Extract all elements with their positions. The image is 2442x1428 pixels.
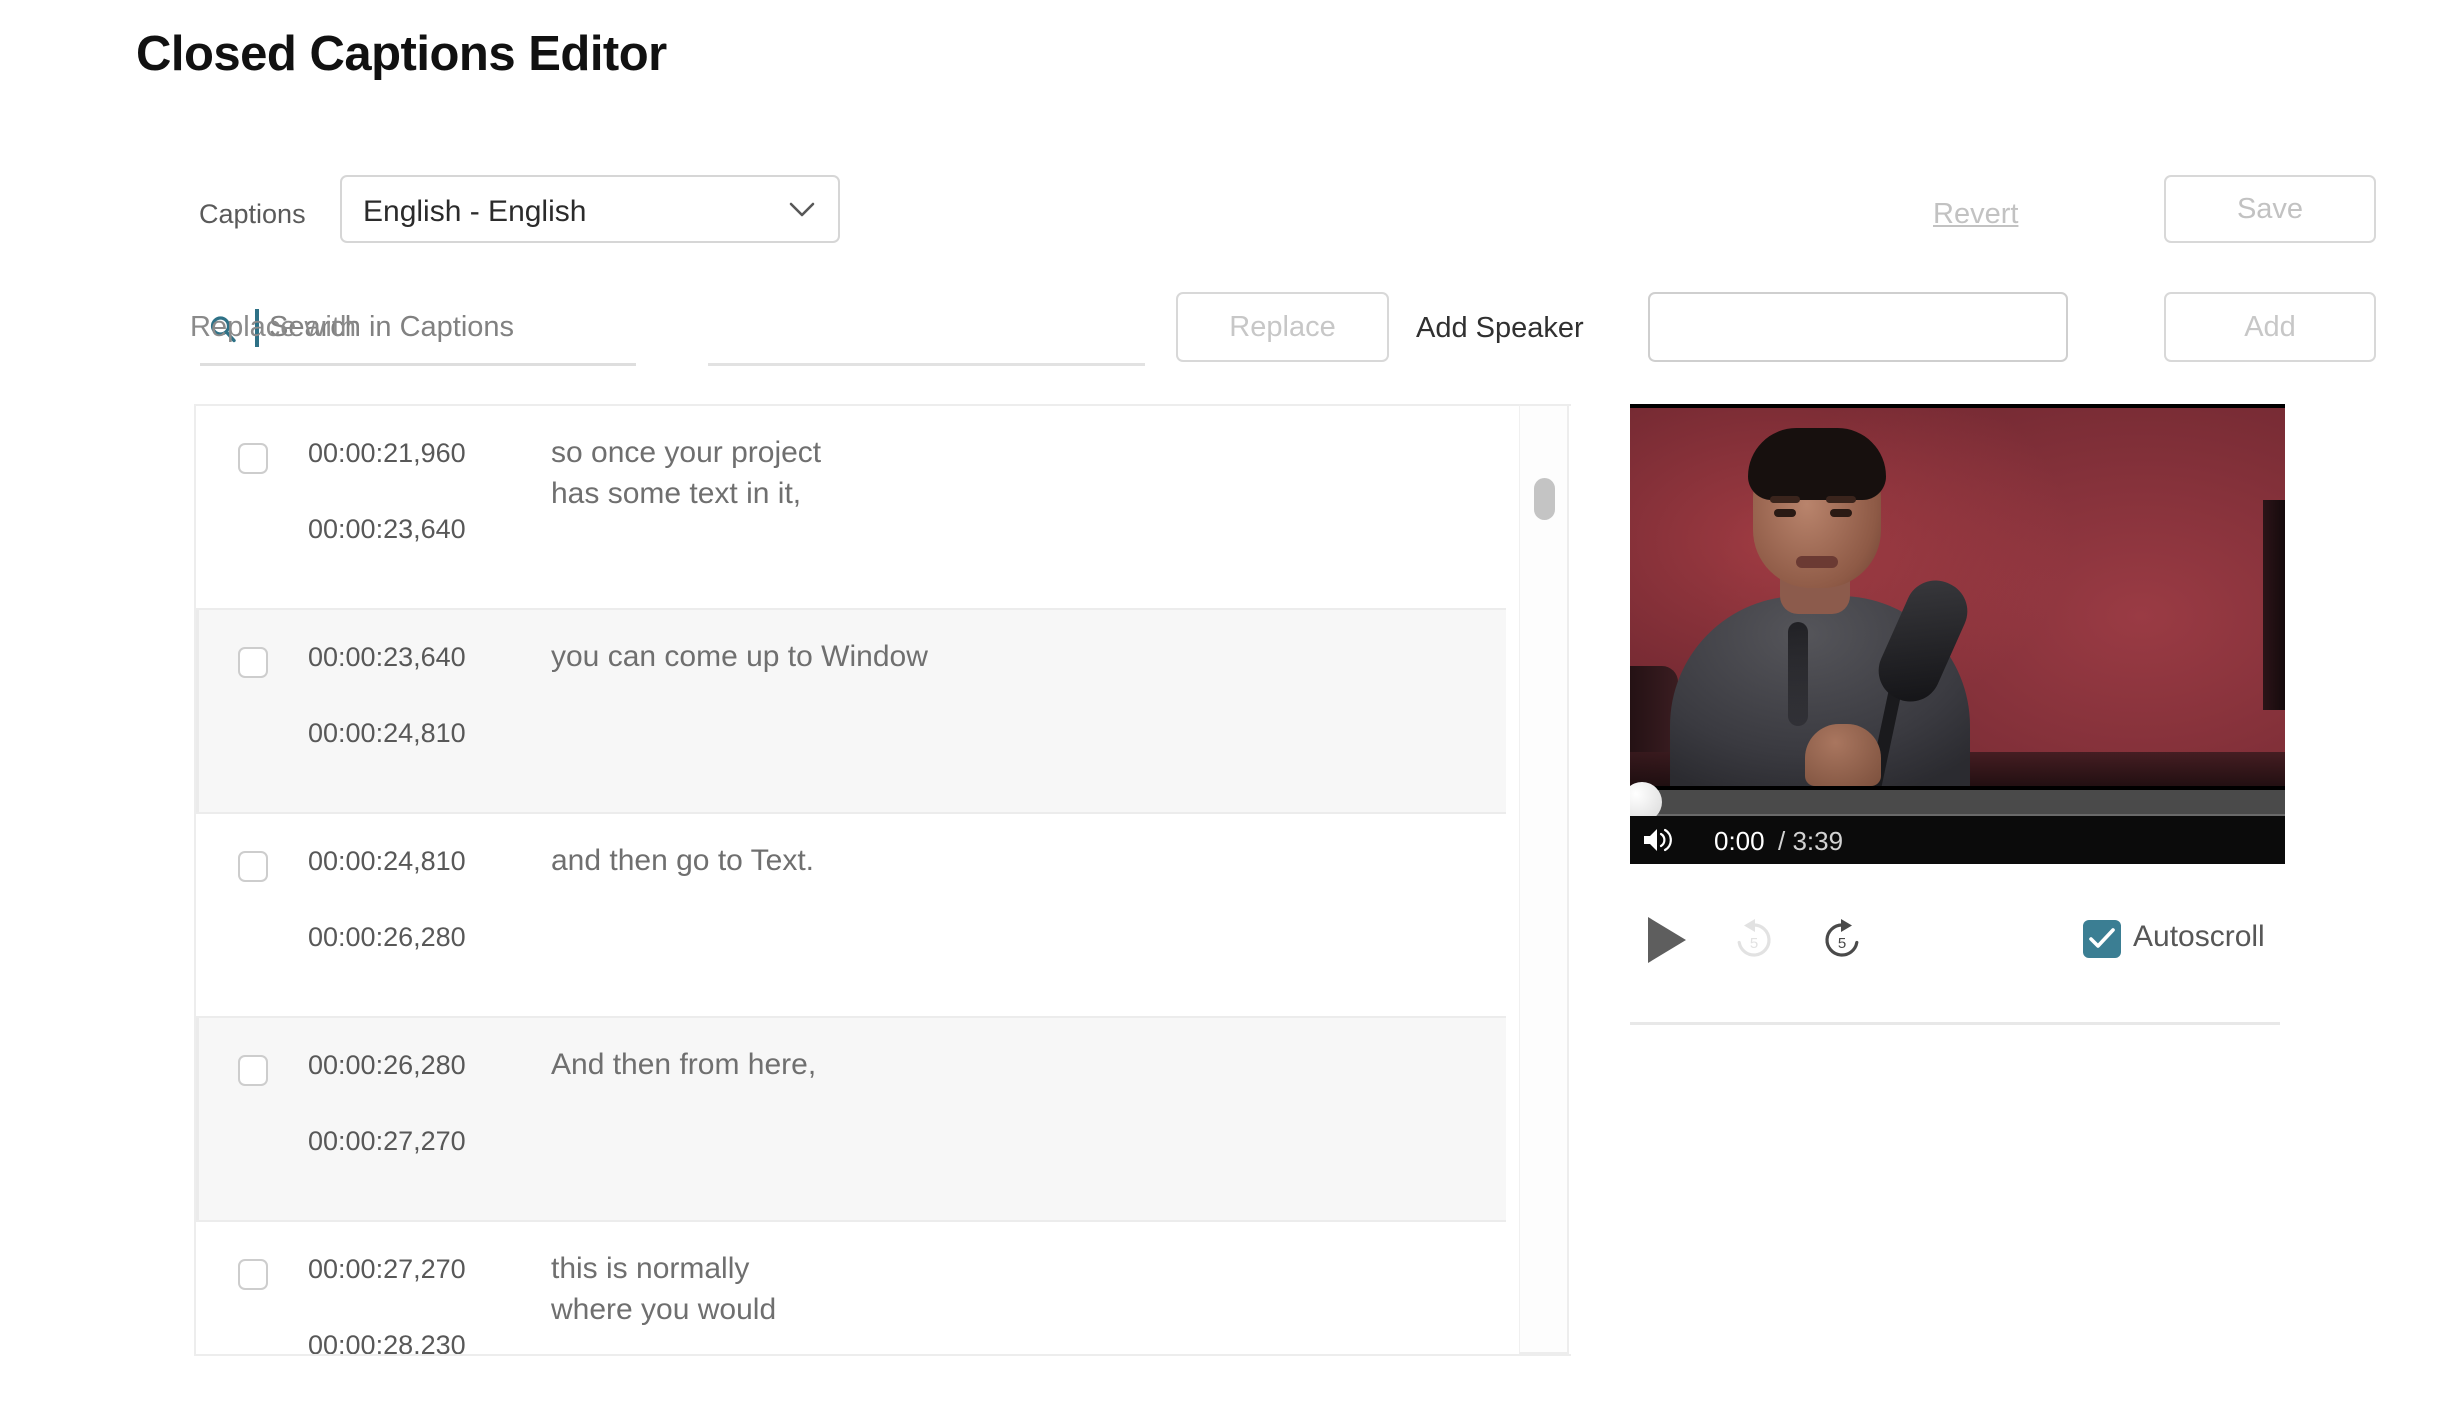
add-speaker-label: Add Speaker [1416,312,1584,344]
chevron-down-icon [788,200,816,220]
video-person-brow-right [1826,496,1856,503]
scrollbar-thumb[interactable] [1534,478,1555,520]
rewind-5-icon[interactable]: 5 [1730,916,1778,964]
video-total-time: / 3:39 [1778,826,1844,856]
caption-row[interactable]: 00:00:23,640 00:00:24,810 you can come up … [196,610,1506,814]
caption-row[interactable]: 00:00:27,270 00:00:28,230 this is normally… [196,1222,1506,1354]
caption-start-time[interactable]: 00:00:21,960 [308,438,466,469]
video-person-eye-right [1830,509,1852,517]
save-button[interactable]: Save [2164,175,2376,243]
caption-row-checkbox[interactable] [238,443,268,474]
video-control-bar: 0:00 / 3:39 [1630,816,2285,864]
captions-language-select[interactable]: English - English [340,175,840,243]
search-replace-toolbar: Search in Captions Replace with Replace … [136,292,2376,385]
caption-text[interactable]: so once your project has some text in it… [551,432,1451,514]
autoscroll-checkbox[interactable] [2083,920,2121,958]
video-person-hair [1748,428,1886,500]
caption-start-time[interactable]: 00:00:26,280 [308,1050,466,1081]
video-person-hand [1805,724,1881,786]
speaker-name-input[interactable] [1648,292,2068,362]
caption-text[interactable]: you can come up to Window [551,636,1451,677]
caption-row[interactable]: 00:00:21,960 00:00:23,640 so once your pro… [196,406,1506,610]
svg-text:5: 5 [1750,935,1758,952]
caption-row-checkbox[interactable] [238,1055,268,1086]
page-title: Closed Captions Editor [136,27,667,81]
caption-list-panel: 00:00:21,960 00:00:23,640 so once your pro… [194,404,1571,1356]
caption-start-time[interactable]: 00:00:24,810 [308,846,466,877]
caption-row-checkbox[interactable] [238,647,268,678]
autoscroll-label: Autoscroll [2133,920,2265,953]
caption-end-time[interactable]: 00:00:27,270 [308,1126,466,1157]
caption-text[interactable]: and then go to Text. [551,840,1451,881]
search-icon[interactable] [208,314,238,344]
caption-end-time[interactable]: 00:00:28,230 [308,1330,466,1354]
replace-button[interactable]: Replace [1176,292,1389,362]
caption-text[interactable]: this is normally where you would [551,1248,1451,1330]
video-person-brow-left [1770,496,1800,503]
svg-text:5: 5 [1838,935,1846,952]
right-panel-divider [1630,1022,2280,1025]
playback-controls: 5 5 Autoscroll [1630,908,2285,998]
caption-row[interactable]: 00:00:24,810 00:00:26,280 and then go to T… [196,814,1506,1018]
caption-list: 00:00:21,960 00:00:23,640 so once your pro… [196,406,1506,1354]
caption-row-checkbox[interactable] [238,1259,268,1290]
replace-input[interactable] [708,295,1145,366]
caption-end-time[interactable]: 00:00:24,810 [308,718,466,749]
video-person-mouth [1796,556,1838,568]
forward-5-icon[interactable]: 5 [1818,916,1866,964]
captions-label: Captions [199,199,306,229]
caption-start-time[interactable]: 00:00:27,270 [308,1254,466,1285]
video-person-eye-left [1774,509,1796,517]
search-input[interactable] [200,295,636,366]
caption-row[interactable]: 00:00:26,280 00:00:27,270 And then from he… [196,1018,1506,1222]
captions-selector-row: Captions English - English Revert Save [136,175,2376,245]
video-still-frame[interactable] [1630,408,2285,786]
search-text-caret [255,309,259,347]
video-seek-bar[interactable] [1630,790,2285,816]
caption-start-time[interactable]: 00:00:23,640 [308,642,466,673]
caption-end-time[interactable]: 00:00:23,640 [308,514,466,545]
caption-list-scrollbar[interactable] [1519,404,1569,1354]
caption-text[interactable]: And then from here, [551,1044,1451,1085]
revert-button[interactable]: Revert [1933,198,2018,231]
volume-high-icon[interactable] [1642,826,1676,854]
video-doorframe [2263,500,2285,710]
caption-row-checkbox[interactable] [238,851,268,882]
check-icon [2089,928,2115,948]
captions-language-value: English - English [363,195,587,228]
caption-end-time[interactable]: 00:00:26,280 [308,922,466,953]
video-current-time: 0:00 [1714,826,1765,856]
video-player[interactable]: 0:00 / 3:39 [1630,404,2285,864]
play-icon[interactable] [1644,914,1688,966]
add-speaker-button[interactable]: Add [2164,292,2376,362]
